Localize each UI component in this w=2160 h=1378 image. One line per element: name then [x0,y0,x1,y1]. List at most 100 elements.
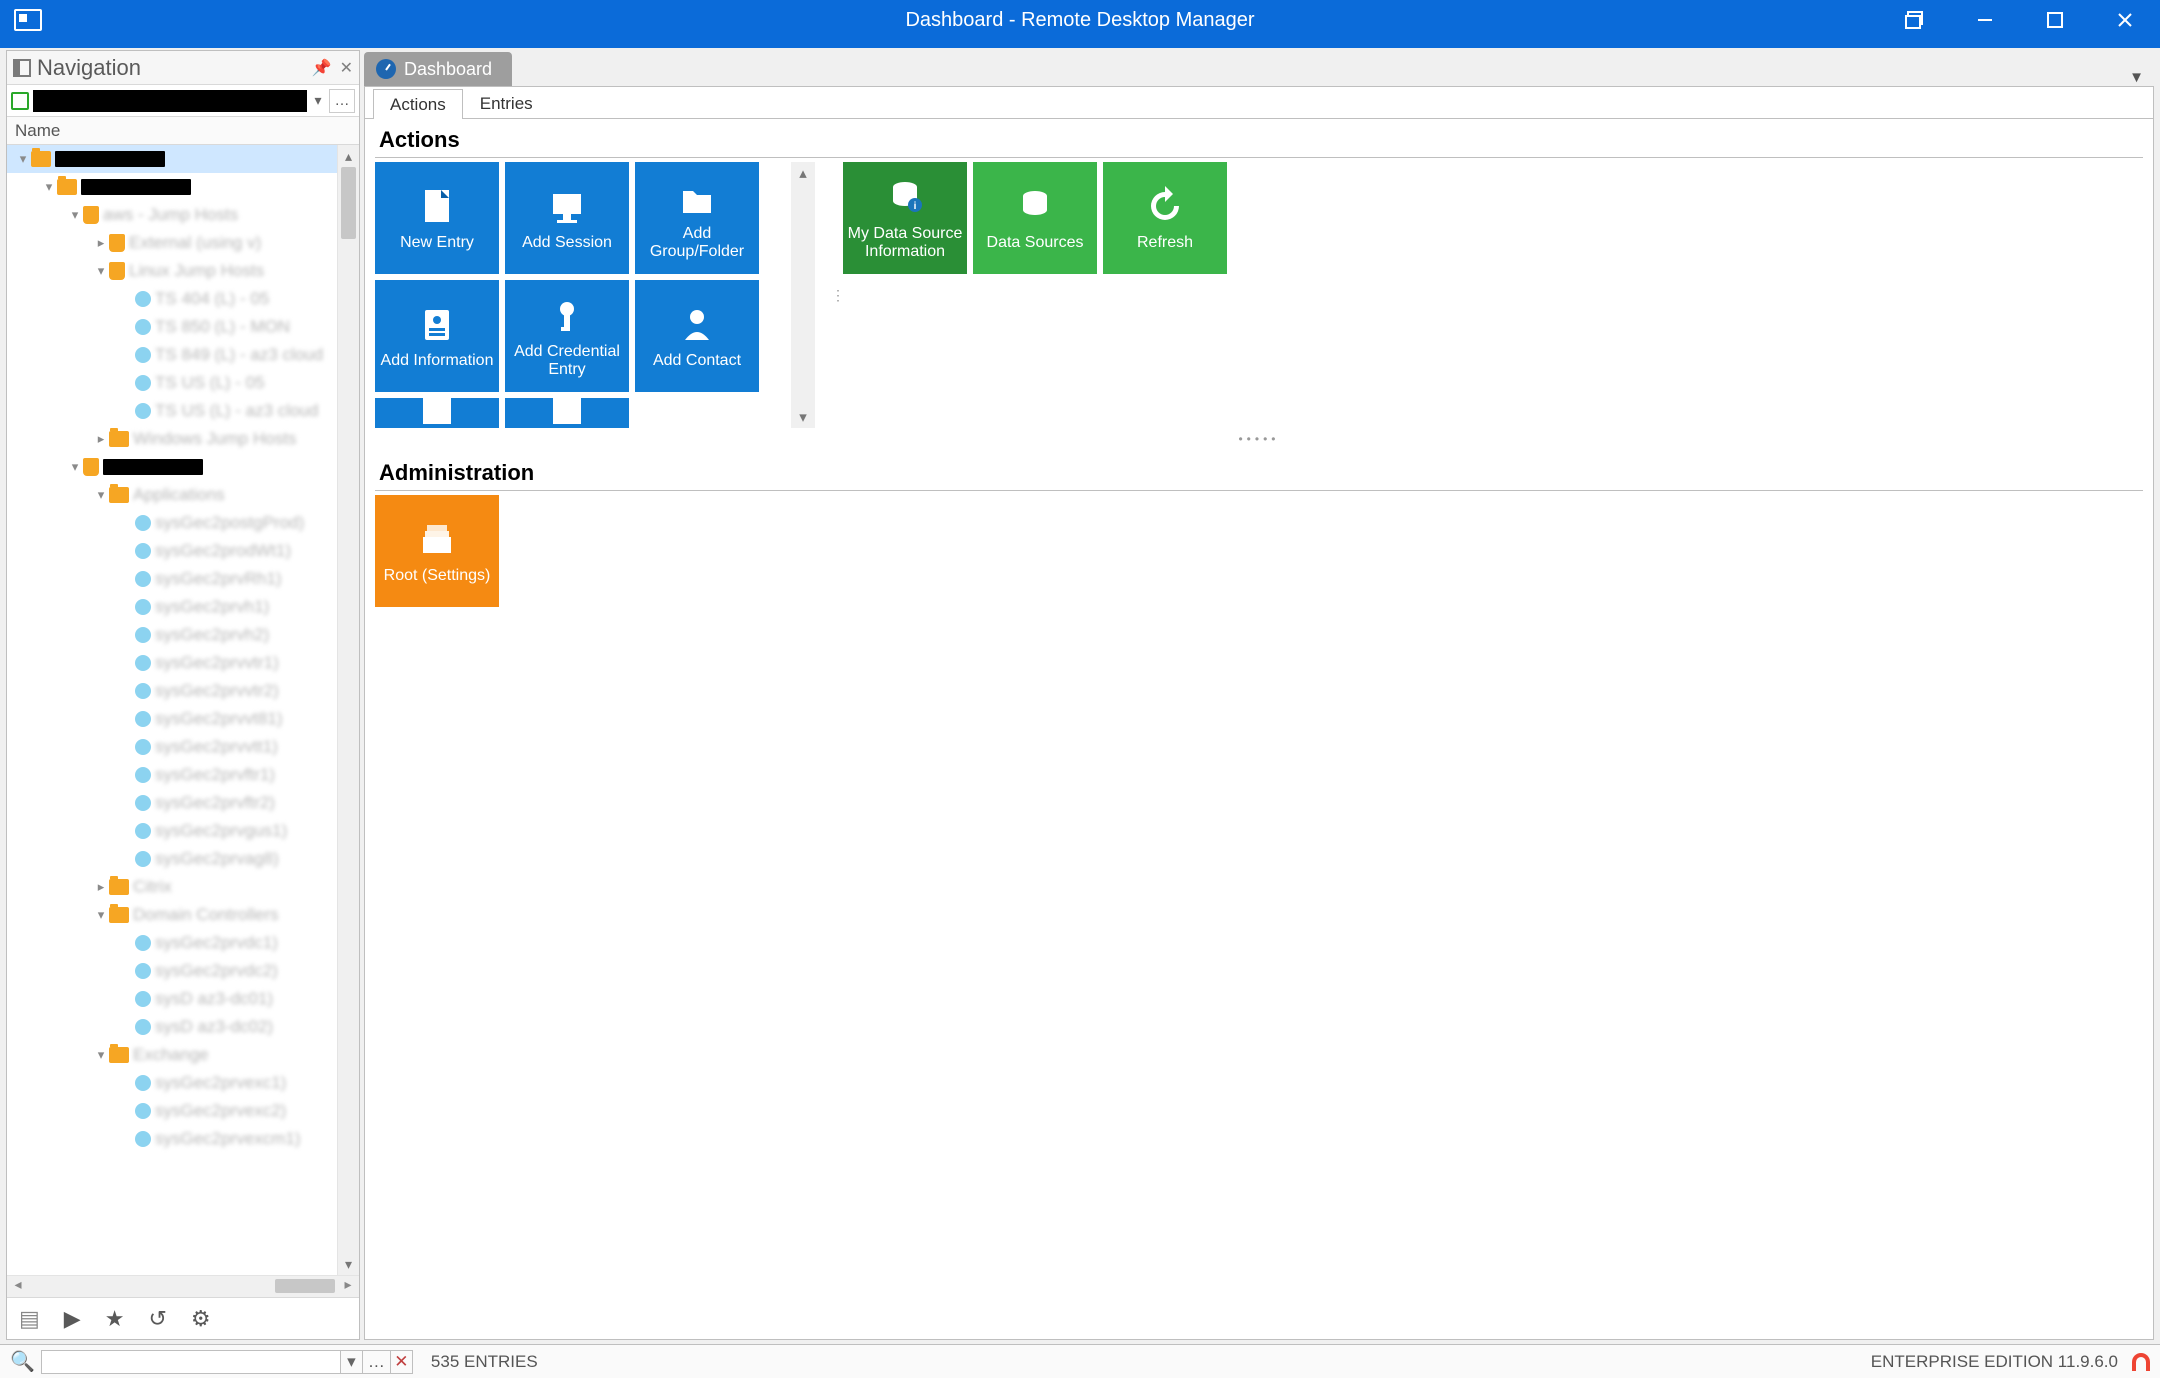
restore-icon[interactable] [1880,0,1950,40]
settings-icon[interactable]: ⚙ [191,1306,211,1332]
tree-twisty-icon[interactable]: ▸ [93,431,109,447]
tree-twisty-icon[interactable]: ▾ [93,1047,109,1063]
scroll-down-icon[interactable]: ▾ [338,1253,359,1275]
maximize-button[interactable] [2020,0,2090,40]
tree-item[interactable]: sysGec2prvh2) [7,621,337,649]
tile-extra-1[interactable] [375,398,499,428]
tree-item[interactable]: sysGec2prvgus1) [7,817,337,845]
tree-item[interactable]: sysGec2prvRh1) [7,565,337,593]
tree-twisty-icon[interactable]: ▾ [67,207,83,223]
tree-twisty-icon[interactable]: ▾ [41,179,57,195]
tree-item[interactable]: sysGec2prvag8) [7,845,337,873]
tree-item[interactable]: sysGec2prvexcm1) [7,1125,337,1153]
online-status-icon[interactable] [2132,1353,2150,1371]
tree-vscrollbar[interactable]: ▴ ▾ [337,145,359,1275]
tree-item[interactable]: sysGec2postgProd) [7,509,337,537]
tile-extra-2[interactable] [505,398,629,428]
favorite-icon[interactable]: ★ [105,1306,125,1332]
tree-item[interactable]: sysGec2prvvtr1) [7,649,337,677]
tree-item[interactable]: ▾aws - Jump Hosts [7,201,337,229]
tree-twisty-icon[interactable]: ▾ [15,151,31,167]
tree-item[interactable]: TS 849 (L) - az3 cloud [7,341,337,369]
tree-item[interactable]: sysGec2prvftr2) [7,789,337,817]
inner-tab-entries[interactable]: Entries [463,88,550,118]
tree-column-header[interactable]: Name [7,117,359,145]
actions-scroll-up-icon[interactable]: ▴ [791,162,815,184]
tree-item[interactable]: sysGec2prvvt81) [7,705,337,733]
close-panel-icon[interactable]: ✕ [340,58,353,78]
tree-item[interactable]: sysGec2prvvtt1) [7,733,337,761]
search-options-button[interactable]: … [363,1350,391,1374]
actions-scroll-down-icon[interactable]: ▾ [791,406,815,428]
tree-item[interactable]: sysGec2prvdc1) [7,929,337,957]
search-input[interactable] [41,1350,341,1374]
tree-item[interactable]: ▾Exchange [7,1041,337,1069]
datasource-icon [11,92,29,110]
tree-item[interactable]: ▾ [7,173,337,201]
tree-item[interactable]: sysGec2prvexc2) [7,1097,337,1125]
datasource-selector[interactable]: ▾ … [7,85,359,117]
splitter-grip-icon[interactable]: ⋮ [831,162,843,428]
scroll-up-icon[interactable]: ▴ [338,145,359,167]
tile-add-contact[interactable]: Add Contact [635,280,759,392]
tab-dashboard[interactable]: Dashboard [364,52,512,86]
tile-add-information[interactable]: Add Information [375,280,499,392]
tree-item[interactable]: ▾Applications [7,481,337,509]
tree-item[interactable]: sysD az3-dc02) [7,1013,337,1041]
tile-add-group-folder[interactable]: Add Group/Folder [635,162,759,274]
tree-item[interactable]: sysGec2prvexc1) [7,1069,337,1097]
tree-twisty-icon[interactable]: ▾ [93,487,109,503]
tree-item[interactable]: sysGec2prvftr1) [7,761,337,789]
tile-label: My Data Source Information [847,225,963,261]
minimize-button[interactable] [1950,0,2020,40]
tree-item[interactable]: ▾ [7,453,337,481]
tree-item[interactable]: TS 850 (L) - MON [7,313,337,341]
tree-item[interactable]: ▸Citrix [7,873,337,901]
tree-twisty-icon[interactable]: ▾ [93,263,109,279]
tree-item[interactable]: ▾Domain Controllers [7,901,337,929]
history-icon[interactable]: ↺ [148,1306,166,1332]
tile-add-session[interactable]: Add Session [505,162,629,274]
datasource-more-button[interactable]: … [329,89,355,113]
tree-item[interactable]: sysGec2prvh1) [7,593,337,621]
tree-item[interactable]: TS 404 (L) - 05 [7,285,337,313]
scroll-right-icon[interactable]: ▸ [337,1276,359,1297]
tree-item[interactable]: sysGec2prvdc2) [7,957,337,985]
search-clear-button[interactable]: ✕ [391,1350,413,1374]
search-dropdown-icon[interactable]: ▾ [341,1350,363,1374]
tree-item[interactable]: sysGec2prodWt1) [7,537,337,565]
tile-data-sources[interactable]: Data Sources [973,162,1097,274]
inner-tab-actions[interactable]: Actions [373,89,463,119]
tile-my-data-source-information[interactable]: iMy Data Source Information [843,162,967,274]
tree-hscrollbar[interactable]: ◂ ▸ [7,1275,359,1297]
tree-item[interactable]: ▸External (using v) [7,229,337,257]
tree-item[interactable]: ▾Linux Jump Hosts [7,257,337,285]
tile-refresh[interactable]: Refresh [1103,162,1227,274]
pin-icon[interactable]: 📌 [312,58,332,78]
hscroll-thumb[interactable] [275,1279,335,1293]
tabbar-menu-icon[interactable]: ▼ [2129,69,2144,86]
tree-item[interactable]: TS US (L) - 05 [7,369,337,397]
navigation-tree[interactable]: ▾▾▾aws - Jump Hosts▸External (using v)▾L… [7,145,337,1275]
tree-item[interactable]: ▸Windows Jump Hosts [7,425,337,453]
scroll-left-icon[interactable]: ◂ [7,1276,29,1297]
horizontal-splitter[interactable]: ••••• [365,432,2153,446]
tree-twisty-icon[interactable]: ▸ [93,235,109,251]
actions-vscrollbar[interactable]: ▴ ▾ [791,162,815,428]
tree-item[interactable]: sysGec2prvvtr2) [7,677,337,705]
tree-twisty-icon[interactable]: ▸ [93,879,109,895]
scroll-thumb[interactable] [341,167,356,239]
tile-root-settings[interactable]: Root (Settings) [375,495,499,607]
tree-twisty-icon[interactable]: ▾ [93,907,109,923]
play-icon[interactable]: ▶ [64,1306,81,1332]
archive-icon[interactable]: ▤ [19,1306,40,1332]
tree-twisty-icon[interactable]: ▾ [67,459,83,475]
datasource-dropdown-icon[interactable]: ▾ [307,92,329,109]
tile-new-entry[interactable]: New Entry [375,162,499,274]
tree-item[interactable]: sysD az3-dc01) [7,985,337,1013]
search-icon[interactable]: 🔍 [10,1349,35,1374]
tree-item[interactable]: ▾ [7,145,337,173]
tile-add-credential-entry[interactable]: Add Credential Entry [505,280,629,392]
close-button[interactable] [2090,0,2160,40]
tree-item[interactable]: TS US (L) - az3 cloud [7,397,337,425]
